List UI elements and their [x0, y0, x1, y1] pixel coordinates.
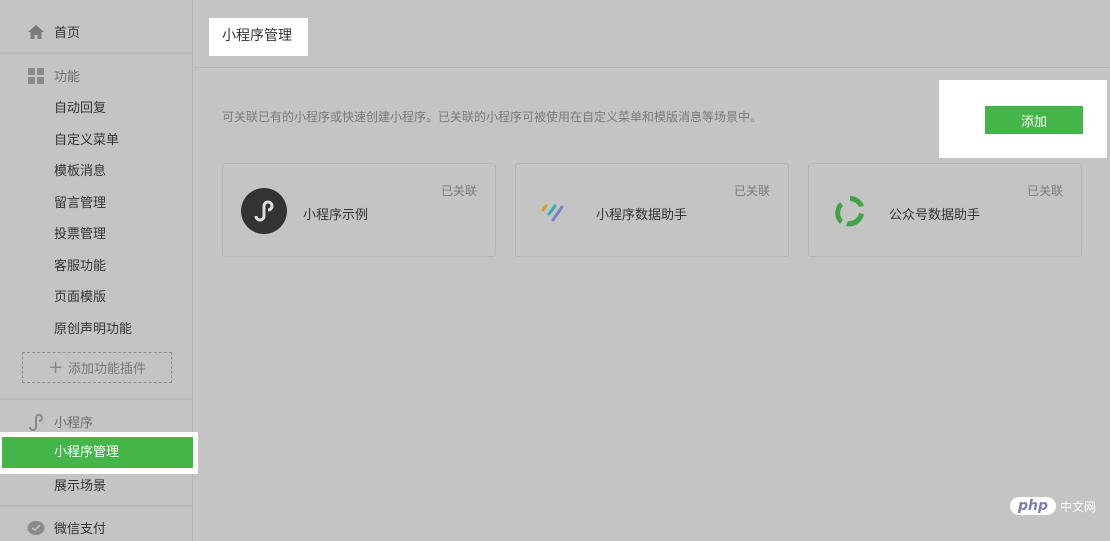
- miniprogram-card[interactable]: 公众号数据助手 已关联: [808, 163, 1082, 257]
- add-button[interactable]: 添加: [985, 106, 1083, 134]
- sidebar-item-customer-service[interactable]: 客服功能: [54, 255, 106, 274]
- sidebar-item-label: 微信支付: [54, 522, 107, 537]
- card-status: 已关联: [1026, 184, 1063, 198]
- card-status: 已关联: [733, 184, 770, 198]
- sidebar-item-display-scenes[interactable]: 展示场景: [54, 475, 106, 494]
- data-assistant-icon: [541, 204, 564, 222]
- sidebar-item-miniprogram-manage[interactable]: 小程序管理: [2, 437, 193, 468]
- description: 可关联已有的小程序或快速创建小程序。已关联的小程序可被使用在自定义菜单和模版消息…: [222, 110, 763, 124]
- miniprogram-card[interactable]: 小程序数据助手 已关联: [515, 163, 789, 257]
- section-label: 小程序: [54, 416, 94, 431]
- sidebar-item-template-message[interactable]: 模板消息: [54, 160, 106, 179]
- sidebar-item-page-template[interactable]: 页面模版: [54, 286, 106, 305]
- divider: [194, 67, 1110, 68]
- add-plugin-label: 添加功能插件: [68, 362, 147, 377]
- watermark-logo: php: [1010, 497, 1057, 515]
- sidebar-item-home[interactable]: 首页: [27, 22, 80, 41]
- watermark: php 中文网: [1010, 497, 1096, 515]
- sidebar-item-votes[interactable]: 投票管理: [54, 223, 106, 242]
- card-name: 小程序示例: [303, 208, 369, 223]
- sidebar-item-custom-menu[interactable]: 自定义菜单: [54, 129, 119, 148]
- home-icon: [28, 24, 44, 39]
- sidebar-item-original-declaration[interactable]: 原创声明功能: [54, 318, 132, 337]
- divider: [0, 398, 193, 400]
- mp-data-assistant-icon: [835, 196, 864, 227]
- sidebar-section-features: 功能: [27, 66, 80, 85]
- add-plugin-button[interactable]: + 添加功能插件: [22, 352, 172, 383]
- grid-icon: [28, 67, 44, 84]
- sidebar-item-comments[interactable]: 留言管理: [54, 192, 106, 211]
- page-title: 小程序管理: [209, 18, 308, 56]
- miniprogram-logo-icon: [241, 188, 287, 234]
- section-label: 功能: [54, 70, 81, 85]
- plus-icon: +: [47, 357, 64, 378]
- sidebar-item-wechat-pay[interactable]: 微信支付: [27, 518, 106, 537]
- miniprogram-card[interactable]: 小程序示例 已关联: [222, 163, 496, 257]
- divider: [0, 505, 193, 507]
- divider: [0, 52, 193, 54]
- card-name: 公众号数据助手: [889, 208, 981, 223]
- sidebar-item-label: 首页: [54, 26, 81, 41]
- sidebar: 首页 功能 自动回复 自定义菜单 模板消息 留言管理 投票管理 客服功能 页面模…: [0, 0, 198, 541]
- miniprogram-icon: [29, 413, 43, 431]
- watermark-text: 中文网: [1060, 499, 1097, 514]
- sidebar-section-miniprogram: 小程序: [27, 412, 93, 431]
- card-name: 小程序数据助手: [596, 208, 688, 223]
- sidebar-item-auto-reply[interactable]: 自动回复: [54, 97, 106, 116]
- wechat-pay-icon: [27, 520, 45, 535]
- card-status: 已关联: [440, 184, 477, 198]
